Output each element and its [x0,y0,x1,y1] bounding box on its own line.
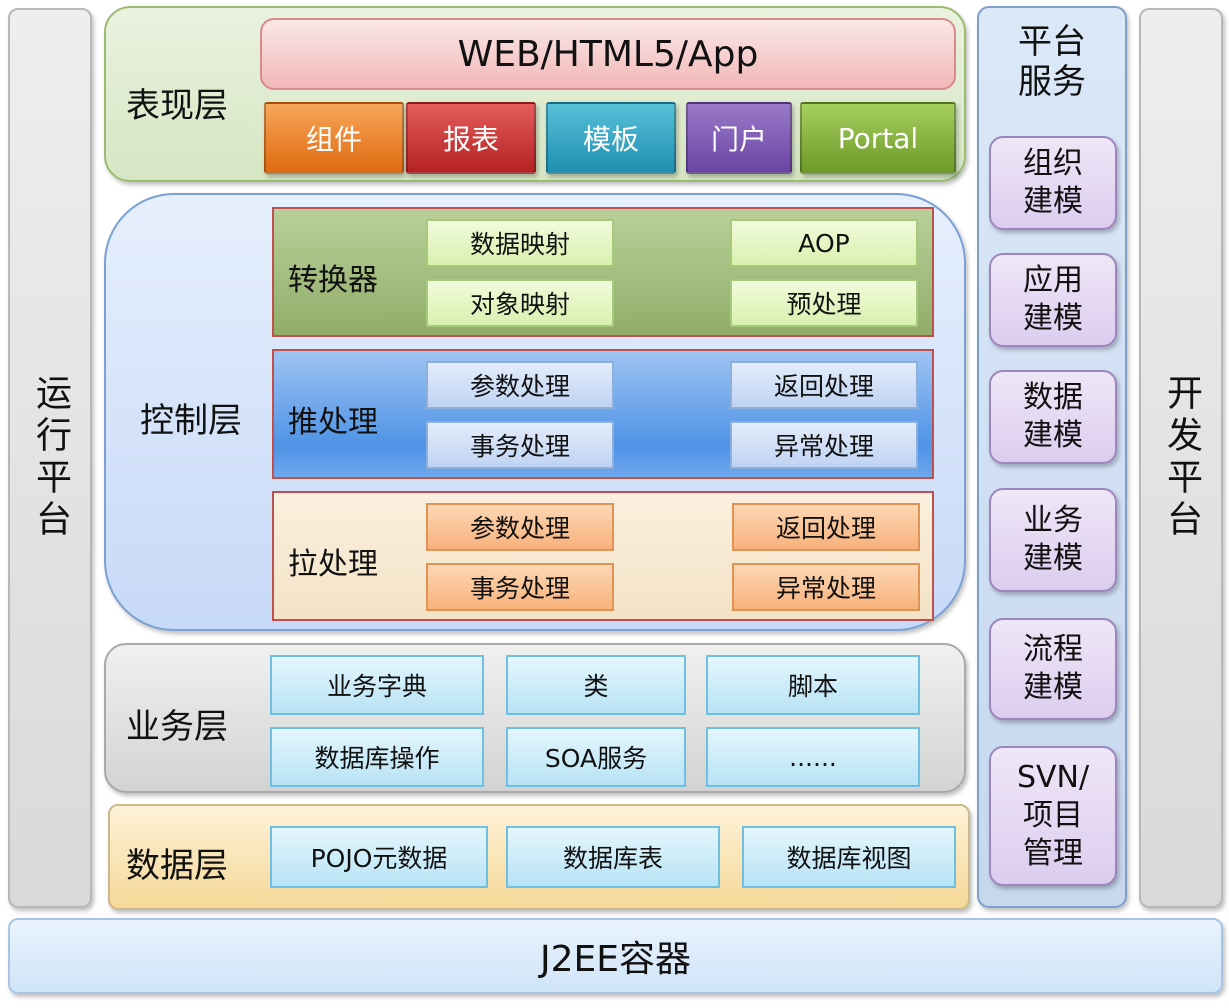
data-layer-label: 数据层 [126,846,228,886]
pull-group: 拉处理 参数处理 返回处理 事务处理 异常处理 [272,491,934,621]
platform-item-process-l1: 流程 [1023,632,1083,667]
tile-portal: Portal [800,102,956,174]
platform-item-business-modeling: 业务 建模 [989,488,1117,592]
dev-platform-label: 开发平台 [1161,374,1202,542]
tile-template-label: 模板 [582,123,639,156]
platform-item-app-l2: 建模 [1023,301,1083,336]
push-cell-transaction-label: 事务处理 [469,432,570,461]
business-cell-dictionary-label: 业务字典 [326,672,427,701]
business-cell-script: 脚本 [706,655,920,715]
push-cell-param: 参数处理 [426,361,614,409]
pull-label: 拉处理 [288,547,378,582]
data-layer: 数据层 POJO元数据 数据库表 数据库视图 [108,804,970,910]
pull-cell-return-label: 返回处理 [775,514,876,543]
platform-item-business-l2: 建模 [1023,541,1083,576]
j2ee-container-label: J2EE容器 [539,939,691,980]
converter-cell-preprocess-label: 预处理 [786,290,862,319]
platform-item-business-l1: 业务 [1023,503,1083,538]
platform-item-svn-project: SVN/ 项目 管理 [989,746,1117,886]
business-cell-soa-label: SOA服务 [544,744,648,773]
data-cell-pojo-label: POJO元数据 [310,844,448,873]
pull-cell-exception: 异常处理 [732,563,920,611]
business-cell-dictionary: 业务字典 [270,655,484,715]
platform-item-data-l1: 数据 [1023,380,1083,415]
converter-cell-preprocess: 预处理 [730,279,918,327]
presentation-layer: 表现层 WEB/HTML5/App 组件 报表 模板 门户 Portal [104,6,966,182]
business-cell-class-label: 类 [583,672,609,701]
tile-report: 报表 [406,102,536,174]
business-cell-db-operation-label: 数据库操作 [314,744,440,773]
push-cell-exception: 异常处理 [730,421,918,469]
platform-services-panel: 平台 服务 组织 建模 应用 建模 数据 建模 业务 建模 流程 建模 SVN/… [977,6,1127,908]
control-layer: 控制层 转换器 数据映射 AOP 对象映射 预处理 推处理 参数处理 返回处理 … [104,193,966,631]
push-cell-param-label: 参数处理 [469,372,570,401]
tile-portal-cn: 门户 [686,102,792,174]
push-cell-transaction: 事务处理 [426,421,614,469]
tile-portal-label: Portal [837,121,919,155]
platform-services-title-line1: 平台 [1018,22,1086,62]
converter-cell-aop-label: AOP [798,228,850,258]
pull-cell-transaction: 事务处理 [426,563,614,611]
converter-group: 转换器 数据映射 AOP 对象映射 预处理 [272,207,934,337]
pull-cell-param-label: 参数处理 [469,514,570,543]
converter-cell-object-mapping: 对象映射 [426,279,614,327]
converter-cell-data-mapping-label: 数据映射 [469,230,570,259]
business-cell-more: ...... [706,727,920,787]
pull-cell-transaction-label: 事务处理 [469,574,570,603]
tile-template: 模板 [546,102,676,174]
platform-item-process-modeling: 流程 建模 [989,618,1117,720]
platform-services-title-line2: 服务 [1018,62,1086,102]
j2ee-container-bar: J2EE容器 [8,918,1223,994]
platform-item-svn-l1: SVN/ [1016,760,1090,795]
platform-item-svn-l2: 项目 [1023,798,1083,833]
tile-component: 组件 [264,102,404,174]
platform-item-org-l1: 组织 [1023,146,1083,181]
converter-label: 转换器 [288,263,378,298]
tile-portal-cn-label: 门户 [710,123,767,156]
data-cell-db-view: 数据库视图 [742,826,956,888]
control-layer-label: 控制层 [140,401,242,441]
business-cell-db-operation: 数据库操作 [270,727,484,787]
pull-cell-exception-label: 异常处理 [775,574,876,603]
business-cell-more-label: ...... [789,742,837,772]
runtime-platform-pillar: 运行平台 [8,8,92,908]
converter-cell-aop: AOP [730,219,918,267]
business-cell-soa: SOA服务 [506,727,686,787]
platform-item-app-l1: 应用 [1023,263,1083,298]
presentation-layer-label: 表现层 [126,86,228,126]
runtime-platform-label: 运行平台 [30,374,71,542]
push-cell-return-label: 返回处理 [773,372,874,401]
business-layer: 业务层 业务字典 类 脚本 数据库操作 SOA服务 ...... [104,643,966,793]
push-cell-exception-label: 异常处理 [773,432,874,461]
business-layer-label: 业务层 [126,707,228,747]
platform-item-org-modeling: 组织 建模 [989,136,1117,230]
tile-report-label: 报表 [442,123,499,156]
platform-item-org-l2: 建模 [1023,184,1083,219]
data-cell-db-table: 数据库表 [506,826,720,888]
push-group: 推处理 参数处理 返回处理 事务处理 异常处理 [272,349,934,479]
platform-item-app-modeling: 应用 建模 [989,253,1117,347]
push-cell-return: 返回处理 [730,361,918,409]
web-html5-app-label: WEB/HTML5/App [457,33,759,75]
tile-component-label: 组件 [305,123,362,156]
business-cell-script-label: 脚本 [787,672,838,701]
converter-cell-object-mapping-label: 对象映射 [469,290,570,319]
web-html5-app-box: WEB/HTML5/App [260,18,956,90]
pull-cell-return: 返回处理 [732,503,920,551]
business-cell-class: 类 [506,655,686,715]
platform-item-process-l2: 建模 [1023,670,1083,705]
data-cell-db-table-label: 数据库表 [562,844,663,873]
data-cell-pojo: POJO元数据 [270,826,488,888]
converter-cell-data-mapping: 数据映射 [426,219,614,267]
platform-item-data-modeling: 数据 建模 [989,370,1117,464]
pull-cell-param: 参数处理 [426,503,614,551]
data-cell-db-view-label: 数据库视图 [786,844,912,873]
platform-services-title: 平台 服务 [979,22,1125,102]
dev-platform-pillar: 开发平台 [1139,8,1223,908]
push-label: 推处理 [288,405,378,440]
platform-item-data-l2: 建模 [1023,418,1083,453]
platform-item-svn-l3: 管理 [1023,836,1083,871]
